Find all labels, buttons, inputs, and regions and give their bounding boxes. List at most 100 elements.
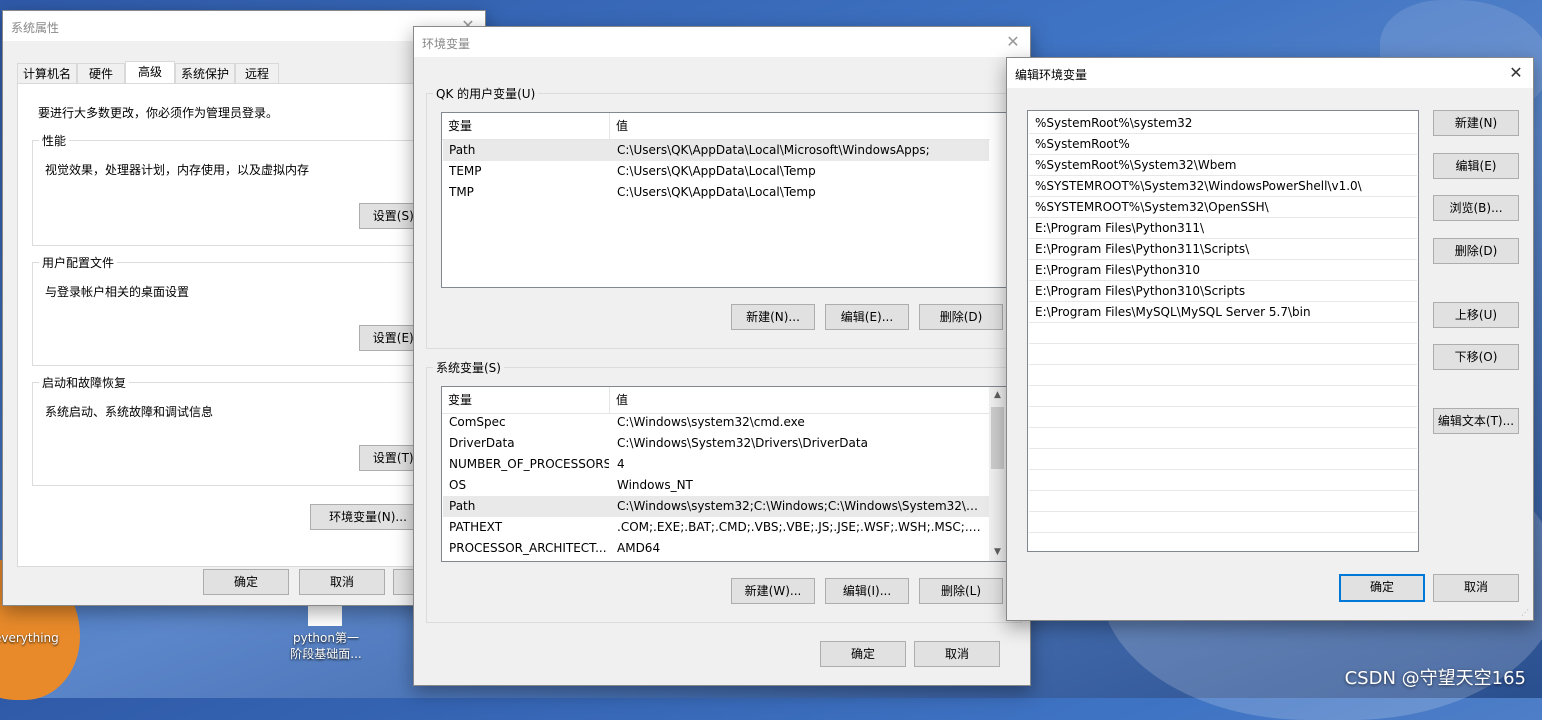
- list-item[interactable]: E:\Program Files\Python311\: [1029, 218, 1417, 239]
- list-item[interactable]: E:\Program Files\Python310\Scripts: [1029, 281, 1417, 302]
- var-value: C:\Users\QK\AppData\Local\Microsoft\Wind…: [617, 143, 930, 157]
- var-name: OS: [449, 478, 467, 492]
- list-item[interactable]: %SYSTEMROOT%\System32\WindowsPowerShell\…: [1029, 176, 1417, 197]
- browse-button[interactable]: 浏览(B)...: [1433, 195, 1519, 221]
- list-item[interactable]: E:\Program Files\MySQL\MySQL Server 5.7\…: [1029, 302, 1417, 323]
- path-entries-list[interactable]: %SystemRoot%\system32 %SystemRoot% %Syst…: [1027, 110, 1419, 552]
- performance-group: 性能 视觉效果，处理器计划，内存使用，以及虚拟内存 设置(S)...: [32, 132, 472, 246]
- advanced-tab-panel: 要进行大多数更改，你必须作为管理员登录。 性能 视觉效果，处理器计划，内存使用，…: [17, 83, 472, 567]
- list-item[interactable]: %SystemRoot%\System32\Wbem: [1029, 155, 1417, 176]
- edit-text-button[interactable]: 编辑文本(T)...: [1433, 408, 1519, 434]
- title-bar: 环境变量 ✕: [414, 27, 1030, 57]
- system-new-button[interactable]: 新建(W)...: [731, 578, 815, 604]
- list-header: 变量 值: [442, 113, 990, 140]
- user-delete-button[interactable]: 删除(D): [919, 304, 1003, 330]
- tab-hardware[interactable]: 硬件: [77, 63, 125, 83]
- table-row[interactable]: Path C:\Users\QK\AppData\Local\Microsoft…: [443, 140, 989, 161]
- user-profiles-title: 用户配置文件: [39, 254, 118, 271]
- var-name: TEMP: [449, 164, 482, 178]
- var-name: ComSpec: [449, 415, 506, 429]
- system-delete-button[interactable]: 删除(L): [919, 578, 1003, 604]
- system-variables-group: 系统变量(S) 变量 值 ComSpec C:\Windows\system32…: [426, 359, 1022, 623]
- system-variables-title: 系统变量(S): [433, 359, 504, 376]
- cancel-button[interactable]: 取消: [299, 569, 385, 595]
- environment-variables-button[interactable]: 环境变量(N)...: [310, 504, 426, 530]
- var-value: C:\Windows\system32\cmd.exe: [617, 415, 805, 429]
- var-value: C:\Windows\System32\Drivers\DriverData: [617, 436, 868, 450]
- close-icon[interactable]: ✕: [1503, 60, 1529, 86]
- empty-row[interactable]: [1029, 428, 1417, 449]
- system-edit-button[interactable]: 编辑(I)...: [825, 578, 909, 604]
- tab-system-protection[interactable]: 系统保护: [175, 63, 235, 83]
- watermark: CSDN @守望天空165: [1344, 668, 1526, 689]
- column-header-value[interactable]: 值: [610, 387, 628, 413]
- desktop-icon-everything-label[interactable]: everything: [0, 630, 59, 646]
- empty-row[interactable]: [1029, 344, 1417, 365]
- list-item[interactable]: E:\Program Files\Python310: [1029, 260, 1417, 281]
- var-value: AMD64: [617, 541, 661, 555]
- var-name: NUMBER_OF_PROCESSORS: [449, 457, 609, 471]
- tab-computer-name[interactable]: 计算机名: [17, 63, 77, 83]
- user-variables-list[interactable]: 变量 值 Path C:\Users\QK\AppData\Local\Micr…: [441, 112, 1007, 288]
- user-variables-group: QK 的用户变量(U) 变量 值 Path C:\Users\QK\AppDat…: [426, 85, 1022, 349]
- tab-remote[interactable]: 远程: [235, 63, 279, 83]
- empty-row[interactable]: [1029, 512, 1417, 533]
- vertical-scrollbar[interactable]: ▲ ▼: [989, 387, 1006, 561]
- cancel-button[interactable]: 取消: [1433, 574, 1519, 602]
- title-bar: 编辑环境变量 ✕: [1007, 58, 1533, 88]
- empty-row[interactable]: [1029, 407, 1417, 428]
- scroll-down-icon[interactable]: ▼: [989, 544, 1006, 561]
- table-row[interactable]: TMP C:\Users\QK\AppData\Local\Temp: [443, 182, 989, 203]
- table-row[interactable]: TEMP C:\Users\QK\AppData\Local\Temp: [443, 161, 989, 182]
- desktop-icon-python-label[interactable]: python第一 阶段基础面...: [276, 630, 376, 662]
- var-value: C:\Users\QK\AppData\Local\Temp: [617, 164, 816, 178]
- window-title: 编辑环境变量: [1015, 68, 1088, 82]
- list-item[interactable]: %SystemRoot%: [1029, 134, 1417, 155]
- empty-row[interactable]: [1029, 323, 1417, 344]
- cancel-button[interactable]: 取消: [914, 641, 1000, 667]
- table-row[interactable]: Path C:\Windows\system32;C:\Windows;C:\W…: [443, 496, 989, 517]
- table-row[interactable]: DriverData C:\Windows\System32\Drivers\D…: [443, 433, 989, 454]
- column-header-value[interactable]: 值: [610, 113, 628, 139]
- new-button[interactable]: 新建(N): [1433, 110, 1519, 136]
- list-item[interactable]: E:\Program Files\Python311\Scripts\: [1029, 239, 1417, 260]
- close-icon[interactable]: ✕: [1000, 29, 1026, 55]
- empty-row[interactable]: [1029, 386, 1417, 407]
- table-row[interactable]: OS Windows_NT: [443, 475, 989, 496]
- scroll-up-icon[interactable]: ▲: [989, 387, 1006, 404]
- table-row[interactable]: PROCESSOR_ARCHITECT... AMD64: [443, 538, 989, 559]
- ok-button[interactable]: 确定: [820, 641, 906, 667]
- column-header-name[interactable]: 变量: [442, 113, 610, 139]
- tab-advanced[interactable]: 高级: [125, 61, 175, 84]
- empty-row[interactable]: [1029, 449, 1417, 470]
- scroll-thumb[interactable]: [991, 407, 1004, 469]
- empty-row[interactable]: [1029, 470, 1417, 491]
- environment-variables-window: 环境变量 ✕ QK 的用户变量(U) 变量 值 Path C:\Users\QK…: [413, 26, 1031, 686]
- var-name: DriverData: [449, 436, 515, 450]
- var-value: .COM;.EXE;.BAT;.CMD;.VBS;.VBE;.JS;.JSE;.…: [617, 520, 987, 534]
- performance-title: 性能: [39, 132, 70, 149]
- user-profiles-group: 用户配置文件 与登录帐户相关的桌面设置 设置(E)...: [32, 254, 472, 366]
- user-edit-button[interactable]: 编辑(E)...: [825, 304, 909, 330]
- window-title: 系统属性: [11, 21, 60, 35]
- system-variables-list[interactable]: 变量 值 ComSpec C:\Windows\system32\cmd.exe…: [441, 386, 1007, 562]
- column-header-name[interactable]: 变量: [442, 387, 610, 413]
- empty-row[interactable]: [1029, 365, 1417, 386]
- user-profiles-desc: 与登录帐户相关的桌面设置: [45, 285, 190, 299]
- empty-row[interactable]: [1029, 491, 1417, 512]
- table-row[interactable]: PATHEXT .COM;.EXE;.BAT;.CMD;.VBS;.VBE;.J…: [443, 517, 989, 538]
- edit-button[interactable]: 编辑(E): [1433, 153, 1519, 179]
- table-row[interactable]: NUMBER_OF_PROCESSORS 4: [443, 454, 989, 475]
- table-row[interactable]: ComSpec C:\Windows\system32\cmd.exe: [443, 412, 989, 433]
- var-name: TMP: [449, 185, 474, 199]
- list-item[interactable]: %SYSTEMROOT%\System32\OpenSSH\: [1029, 197, 1417, 218]
- ok-button[interactable]: 确定: [1339, 574, 1425, 602]
- user-new-button[interactable]: 新建(N)...: [731, 304, 815, 330]
- delete-button[interactable]: 删除(D): [1433, 238, 1519, 264]
- move-up-button[interactable]: 上移(U): [1433, 302, 1519, 328]
- resize-grip-icon[interactable]: ⋰: [1521, 608, 1531, 618]
- var-name: Path: [449, 143, 476, 157]
- move-down-button[interactable]: 下移(O): [1433, 344, 1519, 370]
- list-item[interactable]: %SystemRoot%\system32: [1029, 113, 1417, 134]
- ok-button[interactable]: 确定: [203, 569, 289, 595]
